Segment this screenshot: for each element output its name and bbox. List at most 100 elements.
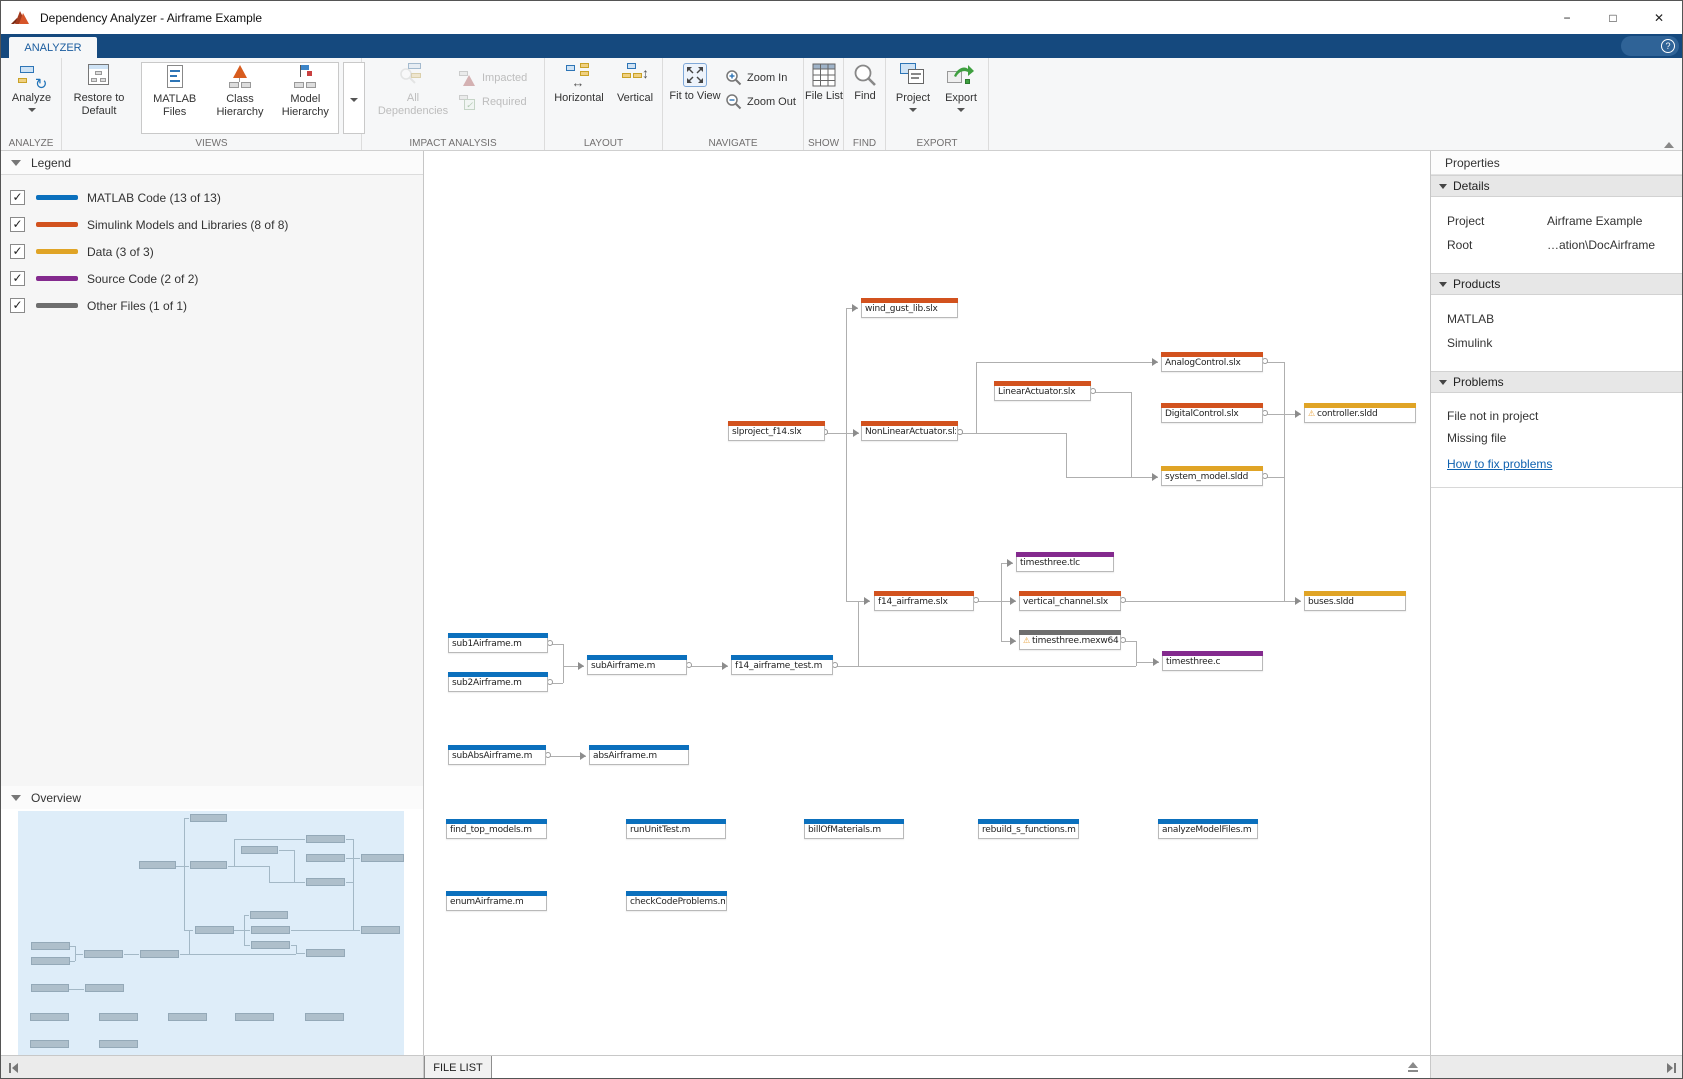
graph-node-buses.sldd[interactable]: buses.sldd [1304, 591, 1406, 611]
legend-checkbox[interactable]: ✓ [10, 271, 25, 286]
project-button[interactable]: Project [891, 63, 935, 112]
graph-node-controller.sldd[interactable]: ⚠controller.sldd [1304, 403, 1416, 423]
graph-canvas[interactable]: wind_gust_lib.slx slproject_f14.slx NonLin… [425, 151, 1430, 1055]
edge-segment [1136, 662, 1137, 666]
graph-node-vertical_channel.slx[interactable]: vertical_channel.slx [1019, 591, 1121, 611]
graph-node-runUnitTest.m[interactable]: runUnitTest.m [626, 819, 726, 839]
required-icon: ✓ [459, 94, 477, 110]
file-list-tab[interactable]: FILE LIST [424, 1056, 492, 1079]
model-hierarchy-button[interactable]: Model Hierarchy [273, 63, 338, 133]
legend-checkbox[interactable]: ✓ [10, 190, 25, 205]
zoom-out-button[interactable]: Zoom Out [725, 93, 796, 110]
collapse-bottom-icon[interactable] [1408, 1062, 1418, 1072]
node-label: billOfMaterials.m [808, 825, 902, 835]
ribbon-collapse-icon[interactable] [1664, 142, 1674, 148]
fit-to-view-button[interactable]: Fit to View [669, 63, 721, 103]
close-button[interactable]: ✕ [1636, 1, 1682, 34]
edge-segment [1265, 362, 1284, 363]
graph-node-find_top_models.m[interactable]: find_top_models.m [446, 819, 547, 839]
product-item: MATLAB [1431, 307, 1683, 331]
details-section: Project Airframe Example Root …ation\Doc… [1431, 197, 1683, 273]
edge-arrow-icon [722, 662, 728, 670]
collapse-left-icon[interactable] [9, 1063, 18, 1073]
node-category-bar [446, 819, 547, 824]
find-button[interactable]: Find [847, 63, 883, 103]
vertical-layout-button[interactable]: ↕ Vertical [611, 63, 659, 105]
minimap-node [140, 950, 179, 958]
graph-node-AnalogControl.slx[interactable]: AnalogControl.slx [1161, 352, 1263, 372]
edge-segment [1284, 362, 1285, 414]
legend-checkbox[interactable]: ✓ [10, 298, 25, 313]
minimap-node [361, 926, 400, 934]
minimap-node [306, 878, 345, 886]
details-section-header[interactable]: Details [1431, 175, 1683, 197]
graph-node-analyzeModelFiles.m[interactable]: analyzeModelFiles.m [1158, 819, 1258, 839]
minimize-button[interactable]: − [1544, 1, 1590, 34]
minimap-node [306, 835, 345, 843]
graph-node-slproject_f14.slx[interactable]: slproject_f14.slx [728, 421, 825, 441]
maximize-button[interactable]: □ [1590, 1, 1636, 34]
tab-analyzer[interactable]: ANALYZER [9, 37, 97, 58]
graph-node-checkCodeProblems.m[interactable]: checkCodeProblems.m [626, 891, 727, 911]
edge-arrow-icon [1007, 559, 1013, 567]
graph-node-sub1Airframe.m[interactable]: sub1Airframe.m [448, 633, 548, 653]
horizontal-layout-icon: ↔ [565, 63, 593, 89]
graph-node-timesthree.tlc[interactable]: timesthree.tlc [1016, 552, 1114, 572]
graph-node-NonLinearActuator.slx[interactable]: NonLinearActuator.slx [861, 421, 958, 441]
node-label: f14_airframe.slx [878, 597, 972, 607]
edge-segment [563, 644, 564, 666]
required-button[interactable]: ✓ Required [459, 94, 527, 110]
problems-section-header[interactable]: Problems [1431, 371, 1683, 393]
collapse-right-icon[interactable] [1667, 1063, 1676, 1073]
class-hierarchy-button[interactable]: Class Hierarchy [207, 63, 272, 133]
node-category-bar [587, 655, 687, 660]
title-bar: Dependency Analyzer - Airframe Example −… [1, 1, 1682, 34]
edge-segment [296, 953, 305, 954]
graph-node-sub2Airframe.m[interactable]: sub2Airframe.m [448, 672, 548, 692]
all-dependencies-button[interactable]: All Dependencies [372, 63, 454, 118]
edge-arrow-icon [1295, 597, 1301, 605]
minimap-node [306, 949, 345, 957]
export-button[interactable]: Export [938, 63, 984, 112]
overview-collapse-icon[interactable] [11, 795, 21, 801]
graph-node-timesthree.mexw64[interactable]: ⚠timesthree.mexw64 [1019, 630, 1121, 650]
help-button[interactable]: ? [1621, 36, 1679, 56]
legend-collapse-icon[interactable] [11, 160, 21, 166]
graph-node-timesthree.c[interactable]: timesthree.c [1162, 651, 1263, 671]
statusbar-left [1, 1056, 424, 1079]
edge-segment [1093, 392, 1131, 393]
minimap-node [305, 1013, 344, 1021]
graph-node-f14_airframe.slx[interactable]: f14_airframe.slx [874, 591, 974, 611]
graph-node-billOfMaterials.m[interactable]: billOfMaterials.m [804, 819, 904, 839]
products-section-header[interactable]: Products [1431, 273, 1683, 295]
graph-node-system_model.sldd[interactable]: system_model.sldd [1161, 466, 1263, 486]
graph-node-subAbsAirframe.m[interactable]: subAbsAirframe.m [448, 745, 546, 765]
analyze-icon: ↻ [18, 63, 46, 89]
impacted-button[interactable]: Impacted [459, 70, 527, 86]
graph-node-DigitalControl.slx[interactable]: DigitalControl.slx [1161, 403, 1263, 423]
how-to-fix-problems-link[interactable]: How to fix problems [1447, 457, 1552, 471]
legend-checkbox[interactable]: ✓ [10, 217, 25, 232]
restore-to-default-button[interactable]: Restore to Default [67, 63, 131, 118]
edge-segment [291, 930, 360, 931]
node-label: enumAirframe.m [450, 897, 545, 907]
node-label: wind_gust_lib.slx [865, 304, 956, 314]
graph-node-f14_airframe_test.m[interactable]: f14_airframe_test.m [731, 655, 833, 675]
graph-node-rebuild_s_functions.m[interactable]: rebuild_s_functions.m [978, 819, 1079, 839]
horizontal-layout-button[interactable]: ↔ Horizontal [549, 63, 609, 105]
legend-checkbox[interactable]: ✓ [10, 244, 25, 259]
analyze-button[interactable]: ↻ Analyze [4, 63, 59, 112]
graph-node-absAirframe.m[interactable]: absAirframe.m [589, 745, 689, 765]
file-list-button[interactable]: File List [805, 63, 843, 103]
model-hierarchy-icon [291, 65, 319, 91]
overview-minimap[interactable] [1, 809, 423, 1055]
zoom-in-button[interactable]: Zoom In [725, 69, 787, 86]
graph-node-LinearActuator.slx[interactable]: LinearActuator.slx [994, 381, 1091, 401]
matlab-files-button[interactable]: MATLAB Files [142, 63, 207, 133]
edge-segment [563, 666, 564, 683]
graph-node-wind_gust_lib.slx[interactable]: wind_gust_lib.slx [861, 298, 958, 318]
node-category-bar [861, 298, 958, 303]
graph-node-enumAirframe.m[interactable]: enumAirframe.m [446, 891, 547, 911]
legend-header: Legend [1, 151, 423, 175]
graph-node-subAirframe.m[interactable]: subAirframe.m [587, 655, 687, 675]
